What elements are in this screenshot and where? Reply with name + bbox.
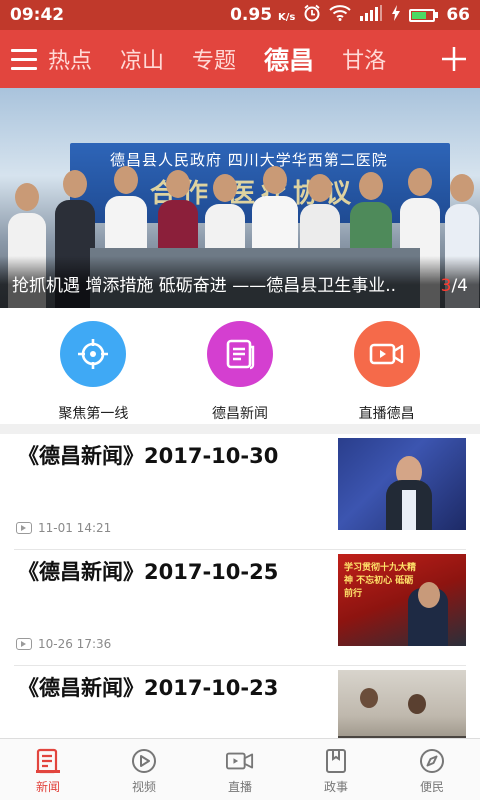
- battery-cap: [435, 12, 439, 18]
- anchor-shirt: [402, 490, 416, 530]
- pager-current: 3: [440, 276, 452, 296]
- person-head: [263, 166, 287, 194]
- book-icon: [322, 747, 350, 775]
- channel-tabs: 热点 凉山 专题 德昌 甘洛: [48, 41, 428, 77]
- alarm-icon: [303, 4, 321, 27]
- news-meta: 10-26 17:36: [16, 637, 111, 651]
- battery-icon: [409, 8, 439, 22]
- news-meta: 11-01 14:21: [16, 521, 111, 535]
- banner-title: 抢抓机遇 增添措施 砥砺奋进 ——德昌县卫生事业..: [12, 276, 397, 296]
- video-icon: [16, 638, 32, 650]
- bottom-tab-service[interactable]: 便民: [384, 739, 480, 800]
- person-head: [408, 168, 432, 196]
- bottom-tab-label: 政事: [323, 780, 348, 794]
- tab-liangshan[interactable]: 凉山: [120, 43, 164, 75]
- channel-nav: 热点 凉山 专题 德昌 甘洛: [0, 30, 480, 88]
- list-item[interactable]: 《德昌新闻》2017-10-30 11-01 14:21: [14, 434, 466, 550]
- hamburger-icon: [11, 48, 37, 52]
- signal-icon: [359, 4, 383, 26]
- banner-backdrop-text: 德昌县人民政府 四川大学华西第二医院: [110, 151, 388, 169]
- meeting-person: [408, 694, 426, 714]
- bottom-tab-video[interactable]: 视频: [96, 739, 192, 800]
- status-time: 09:42: [10, 5, 65, 25]
- person-head: [450, 174, 474, 202]
- quick-label: 直播德昌: [358, 406, 415, 422]
- news-title: 《德昌新闻》2017-10-30: [18, 444, 279, 468]
- quick-entry-focus[interactable]: 聚焦第一线: [28, 308, 158, 424]
- plus-icon: [442, 47, 466, 71]
- menu-button[interactable]: [0, 30, 48, 88]
- news-title: 《德昌新闻》2017-10-25: [18, 560, 279, 584]
- bottom-tab-live[interactable]: 直播: [192, 739, 288, 800]
- tab-dechang[interactable]: 德昌: [264, 41, 314, 77]
- tab-hot[interactable]: 热点: [48, 43, 92, 75]
- wifi-icon: [329, 4, 351, 26]
- compass-icon: [418, 747, 446, 775]
- news-time: 10-26 17:36: [38, 637, 112, 651]
- tab-ganluo[interactable]: 甘洛: [342, 43, 386, 75]
- bottom-tab-label: 视频: [131, 780, 156, 794]
- quick-entry-live[interactable]: 直播德昌: [322, 308, 452, 424]
- quick-entries: 聚焦第一线 德昌新闻 直播德昌: [0, 308, 480, 424]
- news-list: 《德昌新闻》2017-10-30 11-01 14:21 《德昌新闻》2017-…: [0, 434, 480, 782]
- person-head: [63, 170, 87, 198]
- bottom-tab-label: 新闻: [35, 780, 60, 794]
- person-head: [15, 183, 39, 211]
- video-camera-icon: [226, 747, 254, 775]
- bottom-tab-news[interactable]: 新闻: [0, 739, 96, 800]
- bottom-tab-politics[interactable]: 政事: [288, 739, 384, 800]
- status-right: 0.95 K/s 66: [230, 4, 470, 27]
- officer-head: [418, 582, 440, 608]
- hamburger-icon-line: [11, 57, 37, 61]
- tab-special[interactable]: 专题: [192, 43, 236, 75]
- news-thumbnail: 学习贯彻十九大精神 不忘初心 砥砺前行: [338, 554, 466, 646]
- news-icon: [34, 747, 62, 775]
- add-channel-button[interactable]: [428, 30, 480, 88]
- video-camera-icon: [369, 343, 403, 365]
- charging-icon: [391, 4, 401, 26]
- status-bar: 09:42 0.95 K/s 66: [0, 0, 480, 30]
- banner-carousel[interactable]: 德昌县人民政府 四川大学华西第二医院 合作 医疗协议 抢抓机遇 增添措施 砥砺奋…: [0, 88, 480, 308]
- banner-pager: 3/4: [441, 276, 468, 296]
- quick-entry-news[interactable]: 德昌新闻: [175, 308, 305, 424]
- quick-icon-bg: [353, 321, 420, 387]
- pager-total: /4: [451, 276, 468, 296]
- news-time: 11-01 14:21: [38, 521, 112, 535]
- quick-icon-bg: [60, 321, 127, 387]
- bottom-tab-label: 直播: [227, 780, 252, 794]
- hamburger-icon-line: [11, 66, 37, 70]
- battery-body: [409, 8, 436, 22]
- video-icon: [16, 522, 32, 534]
- list-item[interactable]: 《德昌新闻》2017-10-25 10-26 17:36 学习贯彻十九大精神 不…: [14, 550, 466, 666]
- battery-fill: [412, 11, 426, 19]
- person-head: [359, 172, 383, 200]
- banner-caption: 抢抓机遇 增添措施 砥砺奋进 ——德昌县卫生事业.. 3/4: [0, 256, 480, 308]
- news-title: 《德昌新闻》2017-10-23: [18, 676, 279, 700]
- quick-icon-bg: [206, 321, 273, 387]
- meeting-person: [360, 688, 378, 708]
- crosshair-icon: [78, 339, 109, 369]
- battery-percent: 66: [446, 5, 470, 25]
- app-root: 09:42 0.95 K/s 66 热点 凉山 专题 德昌 甘洛 德昌县人民政府…: [0, 0, 480, 800]
- news-thumbnail: [338, 438, 466, 530]
- play-circle-icon: [130, 747, 158, 775]
- person-head: [308, 174, 332, 202]
- bottom-tab-label: 便民: [419, 780, 444, 794]
- person-head: [213, 174, 237, 202]
- quick-label: 聚焦第一线: [58, 406, 129, 422]
- bottom-nav: 新闻 视频 直播 政事 便民: [0, 738, 480, 800]
- net-speed-unit: K/s: [277, 12, 296, 23]
- quick-label: 德昌新闻: [211, 406, 268, 422]
- net-speed-value: 0.95: [230, 5, 273, 25]
- person-head: [166, 170, 190, 198]
- person-head: [114, 166, 138, 194]
- section-divider: [0, 424, 480, 434]
- document-icon: [226, 339, 255, 370]
- net-speed: 0.95 K/s: [230, 5, 295, 25]
